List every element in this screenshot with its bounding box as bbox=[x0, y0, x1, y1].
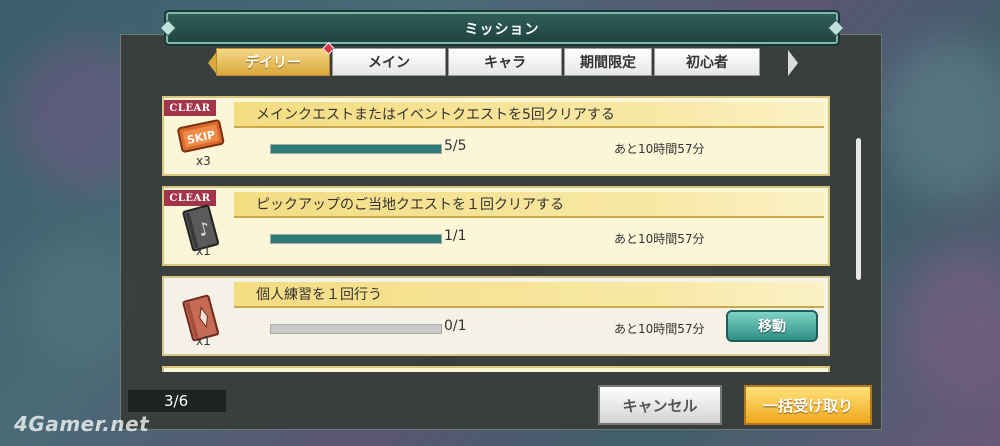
mission-item: x1 個人練習を１回行う 0/1 あと10時間57分 移動 bbox=[162, 276, 830, 356]
time-left: あと10時間57分 bbox=[614, 142, 705, 156]
tab-beginner[interactable]: 初心者 bbox=[654, 48, 760, 76]
tab-daily[interactable]: デイリー bbox=[216, 42, 335, 76]
mission-header: ピックアップのご当地クエストを１回クリアする bbox=[234, 192, 824, 218]
cancel-button-label: キャンセル bbox=[622, 396, 698, 415]
mission-title: 個人練習を１回行う bbox=[256, 287, 382, 303]
progress-text: 5/5 bbox=[444, 138, 467, 154]
progress-bar bbox=[270, 144, 442, 154]
mission-header: メインクエストまたはイベントクエストを5回クリアする bbox=[234, 102, 824, 128]
progress-bar bbox=[270, 234, 442, 244]
mission-title: ピックアップのご当地クエストを１回クリアする bbox=[256, 197, 564, 213]
reward-quantity: x3 bbox=[196, 154, 211, 168]
mission-title: メインクエストまたはイベントクエストを5回クリアする bbox=[256, 107, 615, 123]
tab-label: 期間限定 bbox=[580, 55, 636, 71]
mission-item-partial bbox=[162, 366, 830, 372]
progress-bar-fill bbox=[271, 145, 441, 153]
mission-list: CLEAR SKIP x3 メインクエストまたはイベントクエストを5回クリアする… bbox=[162, 94, 832, 372]
tab-label: 初心者 bbox=[686, 55, 728, 71]
mission-item: CLEAR SKIP x3 メインクエストまたはイベントクエストを5回クリアする… bbox=[162, 96, 830, 176]
time-left: あと10時間57分 bbox=[614, 232, 705, 246]
dialog-title: ミッション bbox=[464, 22, 540, 38]
tab-label: メイン bbox=[368, 55, 410, 71]
tab-main[interactable]: メイン bbox=[332, 48, 446, 76]
reward-quantity: x1 bbox=[196, 244, 211, 258]
watermark-logo: 4Gamer.net bbox=[14, 412, 150, 436]
tab-scroll-right-icon bbox=[788, 50, 798, 76]
mission-dialog: ミッション デイリー メイン キャラ 期間限定 初心者 CLEAR SKIP x… bbox=[120, 8, 882, 430]
receive-all-button-label: 一括受け取り bbox=[762, 396, 853, 415]
tab-label: キャラ bbox=[484, 55, 526, 71]
tab-limited[interactable]: 期間限定 bbox=[564, 48, 652, 76]
mission-header: 個人練習を１回行う bbox=[234, 282, 824, 308]
progress-text: 0/1 bbox=[444, 318, 467, 334]
progress-text: 1/1 bbox=[444, 228, 467, 244]
mission-tabs: デイリー メイン キャラ 期間限定 初心者 bbox=[216, 42, 762, 76]
reward-quantity: x1 bbox=[196, 334, 211, 348]
scrollbar[interactable] bbox=[856, 138, 861, 280]
go-button[interactable]: 移動 bbox=[726, 310, 818, 342]
progress-bar-fill bbox=[271, 235, 441, 243]
mission-item: CLEAR ♪ x1 ピックアップのご当地クエストを１回クリアする 1/1 あと… bbox=[162, 186, 830, 266]
tab-label: デイリー bbox=[245, 55, 301, 71]
tab-character[interactable]: キャラ bbox=[448, 48, 562, 76]
cancel-button[interactable]: キャンセル bbox=[598, 385, 722, 425]
progress-bar bbox=[270, 324, 442, 334]
receive-all-button[interactable]: 一括受け取り bbox=[744, 385, 872, 425]
page-indicator: 3/6 bbox=[128, 390, 226, 412]
title-bar: ミッション bbox=[159, 12, 845, 44]
time-left: あと10時間57分 bbox=[614, 322, 705, 336]
